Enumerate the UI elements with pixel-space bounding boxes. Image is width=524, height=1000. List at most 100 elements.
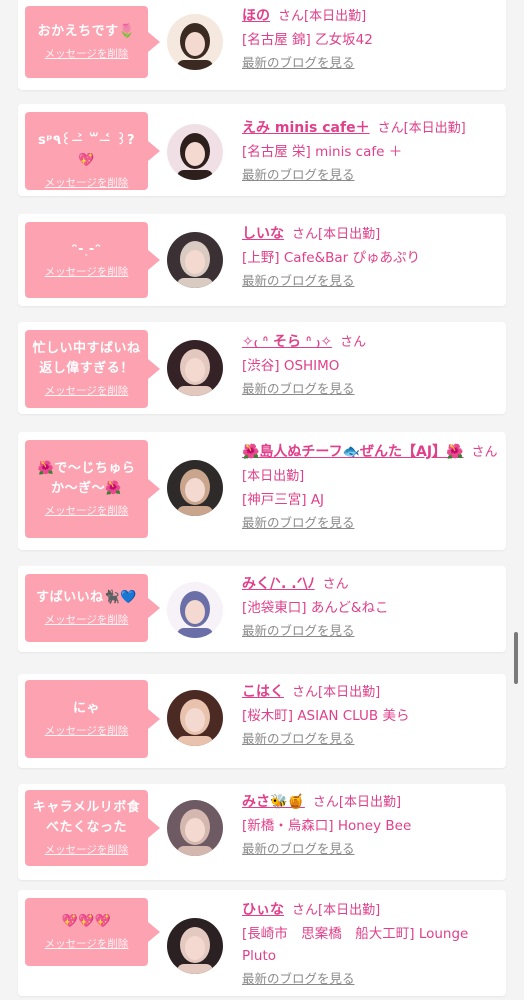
latest-blog-link[interactable]: 最新のブログを見る — [242, 513, 500, 533]
message-text: ꜱᵖ٩꒰ ˃̶ ꒳ ˂̶ ꒱?💖 — [37, 133, 136, 168]
delete-message-link[interactable]: メッセージを削除 — [31, 612, 142, 627]
honorific-label: さん — [340, 335, 367, 350]
latest-blog-link[interactable]: 最新のブログを見る — [242, 729, 500, 749]
shop-name: [池袋東口] あんど&ねこ — [242, 600, 389, 616]
girl-avatar[interactable] — [167, 690, 223, 746]
message-card: 忙しい中すばいね返し偉すぎる！ メッセージを削除 ✧₍ ᐢ そら ᐢ ₎✧ さん [渋谷… — [18, 322, 506, 414]
message-card: 💖💖💖 メッセージを削除 ひぃな さん[本日出勤] [長崎市 思案橋 船大工町] Lou… — [18, 890, 506, 996]
delete-message-link[interactable]: メッセージを削除 — [31, 503, 142, 518]
profile-info: しいな さん[本日出勤] [上野] Cafe&Bar ぴゅあぷり 最新のブログを見る — [242, 222, 500, 291]
name-row: ひぃな さん[本日出勤] — [242, 898, 500, 923]
latest-blog-link[interactable]: 最新のブログを見る — [242, 53, 500, 73]
profile-info: ほの さん[本日出勤] [名古屋 錦] 乙女坂42 最新のブログを見る — [242, 4, 500, 73]
profile-info: ひぃな さん[本日出勤] [長崎市 思案橋 船大工町] Lounge Pluto 最新… — [242, 898, 500, 989]
latest-blog-link[interactable]: 最新のブログを見る — [242, 621, 500, 641]
profile-info: 🌺島人ぬチーフ🐟ぜんた【AJ】🌺 さん [本日出勤] [神戸三宮] AJ 最新のブログを… — [242, 440, 500, 533]
message-text: 🌺で〜じちゅらか〜ぎ〜🌺 — [37, 461, 136, 496]
shop-name: [神戸三宮] AJ — [242, 492, 325, 508]
shop-name: [長崎市 思案橋 船大工町] Lounge Pluto — [242, 926, 469, 964]
latest-blog-link[interactable]: 最新のブログを見る — [242, 839, 500, 859]
name-row: ほの さん[本日出勤] — [242, 4, 500, 29]
latest-blog-link[interactable]: 最新のブログを見る — [242, 271, 500, 291]
message-text: おかえちです🌷 — [37, 24, 136, 39]
delete-message-link[interactable]: メッセージを削除 — [31, 383, 142, 398]
honorific-label: さん — [312, 795, 339, 810]
shop-name: [渋谷] OSHIMO — [242, 358, 340, 374]
girl-avatar[interactable] — [167, 340, 223, 396]
scrollbar[interactable] — [514, 632, 518, 684]
on-duty-badge: [本日出勤] — [304, 9, 367, 24]
on-duty-badge: [本日出勤] — [338, 795, 402, 810]
honorific-label: さん — [322, 577, 349, 592]
message-card: ꜱᵖ٩꒰ ˃̶ ꒳ ˂̶ ꒱?💖 メッセージを削除 えみ minis cafe＋ さん… — [18, 104, 506, 196]
name-row: 🌺島人ぬチーフ🐟ぜんた【AJ】🌺 さん [本日出勤] — [242, 440, 500, 489]
latest-blog-link[interactable]: 最新のブログを見る — [242, 969, 500, 989]
profile-info: ✧₍ ᐢ そら ᐢ ₎✧ さん [渋谷] OSHIMO 最新のブログを見る — [242, 330, 500, 399]
latest-blog-link[interactable]: 最新のブログを見る — [242, 165, 500, 185]
profile-info: みさ🐝🍯 さん[本日出勤] [新橋・烏森口] Honey Bee 最新のブログを見る — [242, 790, 500, 859]
message-bubble: ꜱᵖ٩꒰ ˃̶ ꒳ ˂̶ ꒱?💖 メッセージを削除 — [25, 112, 160, 190]
profile-name-link[interactable]: しいな — [242, 226, 284, 242]
profile-info: こはく さん[本日出勤] [桜木町] ASIAN CLUB 美ら最新のブログを見る — [242, 680, 500, 749]
shop-name: [名古屋 栄] minis cafe ＋ — [242, 144, 403, 160]
on-duty-badge: [本日出勤] — [242, 469, 305, 484]
message-bubble: 💖💖💖 メッセージを削除 — [25, 898, 160, 966]
profile-name-link[interactable]: ✧₍ ᐢ そら ᐢ ₎✧ — [242, 334, 332, 350]
profile-name-link[interactable]: ほの — [242, 8, 270, 24]
message-bubble: 🌺で〜じちゅらか〜ぎ〜🌺 メッセージを削除 — [25, 440, 160, 538]
message-text: 💖💖💖 — [61, 914, 112, 929]
name-row: こはく さん[本日出勤] — [242, 680, 500, 705]
on-duty-badge: [本日出勤] — [318, 227, 381, 242]
man-avatar[interactable] — [167, 460, 223, 516]
latest-blog-link[interactable]: 最新のブログを見る — [242, 379, 500, 399]
profile-info: えみ minis cafe＋ さん[本日出勤] [名古屋 栄] minis cafe… — [242, 116, 500, 185]
name-row: しいな さん[本日出勤] — [242, 222, 500, 247]
message-bubble: 忙しい中すばいね返し偉すぎる！ メッセージを削除 — [25, 330, 160, 408]
message-card: キャラメルリボ食べたくなったメッセージを削除 みさ🐝🍯 さん[本日出勤] [新橋・烏森… — [18, 784, 506, 880]
profile-name-link[interactable]: こはく — [242, 684, 284, 700]
message-bubble: キャラメルリボ食べたくなったメッセージを削除 — [25, 790, 160, 866]
name-row: ✧₍ ᐢ そら ᐢ ₎✧ さん — [242, 330, 500, 355]
message-bubble: ᵔ-˰-ᵔ メッセージを削除 — [25, 222, 160, 298]
message-text: キャラメルリボ食べたくなった — [32, 800, 141, 835]
on-duty-badge: [本日出勤] — [403, 121, 466, 136]
profile-name-link[interactable]: みさ🐝🍯 — [242, 794, 305, 810]
message-card: ᵔ-˰-ᵔ メッセージを削除 しいな さん[本日出勤] [上野] Cafe&Bar ぴゅ… — [18, 214, 506, 306]
delete-message-link[interactable]: メッセージを削除 — [31, 264, 142, 279]
shop-name: [桜木町] ASIAN CLUB 美ら — [242, 708, 410, 724]
profile-name-link[interactable]: みく/ᐠ. .ᐟ\ﾉ — [242, 576, 315, 592]
shop-name: [新橋・烏森口] Honey Bee — [242, 818, 412, 834]
delete-message-link[interactable]: メッセージを削除 — [31, 46, 142, 61]
girl-avatar[interactable] — [167, 124, 223, 180]
girl-avatar[interactable] — [167, 232, 223, 288]
honorific-label: さん — [278, 9, 305, 24]
message-card: すばいいね🐈‍⬛💙 メッセージを削除 みく/ᐠ. .ᐟ\ﾉ さん [池袋東口] あんど&… — [18, 566, 506, 652]
message-list: おかえちです🌷 メッセージを削除 ほの さん[本日出勤] [名古屋 錦] 乙女坂42 最新… — [0, 0, 524, 1000]
message-bubble: おかえちです🌷 メッセージを削除 — [25, 6, 160, 78]
message-text: すばいいね🐈‍⬛💙 — [36, 590, 137, 605]
profile-name-link[interactable]: ひぃな — [242, 902, 284, 918]
on-duty-badge: [本日出勤] — [318, 903, 381, 918]
honorific-label: さん — [377, 121, 404, 136]
name-row: みさ🐝🍯 さん[本日出勤] — [242, 790, 500, 815]
honorific-label: さん — [292, 685, 319, 700]
message-text: にゃ — [72, 701, 100, 716]
delete-message-link[interactable]: メッセージを削除 — [31, 936, 142, 951]
profile-info: みく/ᐠ. .ᐟ\ﾉ さん [池袋東口] あんど&ねこ最新のブログを見る — [242, 572, 500, 641]
delete-message-link[interactable]: メッセージを削除 — [31, 842, 142, 857]
girl-avatar[interactable] — [167, 800, 223, 856]
illustration-avatar[interactable] — [167, 582, 223, 638]
honorific-label: さん — [292, 903, 319, 918]
profile-name-link[interactable]: 🌺島人ぬチーフ🐟ぜんた【AJ】🌺 — [242, 444, 464, 460]
message-text: ᵔ-˰-ᵔ — [71, 242, 102, 257]
honorific-label: さん — [292, 227, 319, 242]
delete-message-link[interactable]: メッセージを削除 — [31, 723, 142, 738]
message-card: 🌺で〜じちゅらか〜ぎ〜🌺 メッセージを削除 🌺島人ぬチーフ🐟ぜんた【AJ】🌺 さん [本… — [18, 432, 506, 550]
profile-name-link[interactable]: えみ minis cafe＋ — [242, 120, 370, 136]
message-bubble: にゃメッセージを削除 — [25, 680, 160, 758]
shop-name: [名古屋 錦] 乙女坂42 — [242, 32, 373, 48]
girl-avatar[interactable] — [167, 14, 223, 70]
girl-avatar[interactable] — [167, 918, 223, 974]
message-text: 忙しい中すばいね返し偉すぎる！ — [32, 341, 141, 376]
delete-message-link[interactable]: メッセージを削除 — [31, 175, 142, 190]
